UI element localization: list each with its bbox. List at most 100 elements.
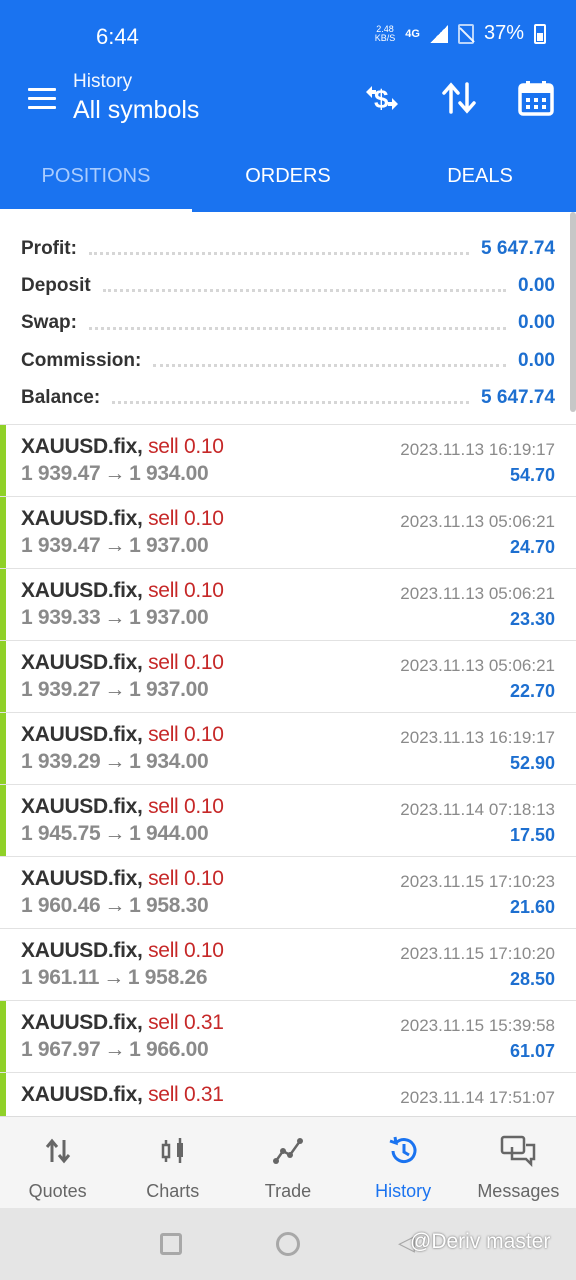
summary-label: Profit:: [21, 237, 77, 259]
status-time: 6:44: [96, 24, 139, 49]
net-speed: 2.48 KB/S: [374, 24, 396, 43]
nav-messages[interactable]: Messages: [461, 1117, 576, 1208]
dotted-leader: [153, 364, 507, 368]
deal-prices: 1 939.33 → 1 937.00: [21, 606, 209, 630]
close-price: 1 966.00: [129, 1038, 209, 1061]
deal-row[interactable]: XAUUSD.fix, sell 0.31 2023.11.14 17:51:07: [0, 1073, 576, 1116]
deal-symbol: XAUUSD.fix,: [21, 435, 143, 458]
deal-side: sell 0.31: [148, 1011, 224, 1034]
deal-time: 2023.11.13 05:06:21: [400, 512, 555, 531]
deal-time: 2023.11.13 05:06:21: [400, 584, 555, 603]
deal-title: XAUUSD.fix, sell 0.10: [21, 579, 224, 603]
deal-profit: 21.60: [509, 897, 555, 917]
deal-side: sell 0.10: [148, 939, 224, 962]
quotes-icon: [0, 1135, 115, 1179]
nav-label: Messages: [477, 1181, 560, 1201]
tab-deals[interactable]: DEALS: [384, 144, 576, 212]
nav-history[interactable]: History: [346, 1117, 461, 1208]
currency-exchange-icon[interactable]: $: [360, 76, 404, 120]
deal-title: XAUUSD.fix, sell 0.10: [21, 435, 224, 459]
summary-value: 5 647.74: [481, 237, 555, 259]
deal-title: XAUUSD.fix, sell 0.31: [21, 1083, 224, 1107]
summary-value: 0.00: [518, 312, 555, 334]
deal-time: 2023.11.15 15:39:58: [400, 1016, 555, 1035]
deal-side: sell 0.10: [148, 723, 224, 746]
dotted-leader: [88, 326, 507, 330]
tab-positions[interactable]: POSITIONS: [0, 144, 192, 212]
deal-title: XAUUSD.fix, sell 0.10: [21, 651, 224, 675]
deal-row[interactable]: XAUUSD.fix, sell 0.10 1 939.47 → 1 937.00 20…: [0, 497, 576, 569]
status-icons: 2.48 KB/S 4G 37%: [375, 22, 546, 45]
recent-apps-button[interactable]: [160, 1233, 182, 1255]
nav-label: History: [375, 1181, 432, 1201]
nav-charts[interactable]: Charts: [115, 1117, 230, 1208]
arrow-right-icon: →: [104, 534, 126, 557]
scrollbar[interactable]: [570, 212, 576, 412]
deal-row[interactable]: XAUUSD.fix, sell 0.31 1 967.97 → 1 966.00 20…: [0, 1001, 576, 1073]
deal-side: sell 0.10: [148, 507, 224, 530]
deals-list[interactable]: XAUUSD.fix, sell 0.10 1 939.47 → 1 934.00 20…: [0, 424, 576, 1116]
arrow-right-icon: →: [104, 678, 126, 701]
charts-icon: [115, 1135, 230, 1179]
summary-row: Profit: 5 647.74: [0, 230, 576, 267]
open-price: 1 939.47: [21, 462, 101, 485]
deal-time: 2023.11.15 17:10:20: [400, 944, 555, 963]
deal-prices: 1 961.11 → 1 958.26: [21, 966, 208, 990]
deal-title: XAUUSD.fix, sell 0.10: [21, 939, 224, 963]
watermark: @Deriv master: [410, 1230, 551, 1253]
summary-label: Balance:: [21, 386, 101, 408]
arrow-right-icon: →: [103, 966, 124, 989]
deal-title: XAUUSD.fix, sell 0.10: [21, 795, 224, 819]
tab-orders[interactable]: ORDERS: [192, 144, 384, 212]
deal-symbol: XAUUSD.fix,: [21, 507, 143, 530]
deal-row[interactable]: XAUUSD.fix, sell 0.10 1 945.75 → 1 944.00 20…: [0, 785, 576, 857]
summary-label: Swap:: [21, 312, 77, 334]
bottom-nav: Quotes Charts Trade History Messages: [0, 1116, 576, 1208]
deal-row[interactable]: XAUUSD.fix, sell 0.10 1 961.11 → 1 958.26 20…: [0, 929, 576, 1001]
nav-label: Quotes: [28, 1181, 87, 1201]
network-type: 4G: [405, 27, 420, 40]
status-bar: 6:44 2.48 KB/S 4G 37%: [0, 0, 576, 68]
open-price: 1 960.46: [21, 894, 101, 917]
deal-time: 2023.11.14 17:51:07: [400, 1088, 555, 1107]
deal-profit: 24.70: [509, 537, 555, 557]
nav-label: Trade: [264, 1181, 312, 1201]
net-speed-unit: KB/S: [374, 32, 396, 43]
deal-side: sell 0.10: [148, 795, 224, 818]
deal-prices: 1 939.47 → 1 934.00: [21, 462, 209, 486]
toolbar-title[interactable]: All symbols: [73, 96, 199, 125]
close-price: 1 934.00: [129, 750, 209, 773]
deal-title: XAUUSD.fix, sell 0.31: [21, 1011, 224, 1035]
calendar-icon[interactable]: [514, 76, 558, 120]
deal-prices: 1 945.75 → 1 944.00: [21, 822, 209, 846]
arrow-right-icon: →: [104, 822, 126, 845]
deal-symbol: XAUUSD.fix,: [21, 1011, 143, 1034]
arrow-right-icon: →: [104, 462, 126, 485]
deal-row[interactable]: XAUUSD.fix, sell 0.10 1 939.47 → 1 934.00 20…: [0, 425, 576, 497]
deal-row[interactable]: XAUUSD.fix, sell 0.10 1 960.46 → 1 958.30 20…: [0, 857, 576, 929]
deal-side: sell 0.31: [148, 1083, 224, 1106]
deal-row[interactable]: XAUUSD.fix, sell 0.10 1 939.29 → 1 934.00 20…: [0, 713, 576, 785]
home-button[interactable]: [276, 1232, 300, 1256]
deal-prices: 1 967.97 → 1 966.00: [21, 1038, 209, 1062]
deal-symbol: XAUUSD.fix,: [21, 579, 143, 602]
deal-profit: 22.70: [509, 681, 555, 701]
svg-text:$: $: [374, 84, 389, 114]
summary-value: 0.00: [518, 274, 555, 296]
deal-profit: 23.30: [509, 609, 555, 629]
profit-marker: [0, 1001, 6, 1072]
menu-icon[interactable]: [28, 88, 56, 110]
deal-side: sell 0.10: [148, 435, 224, 458]
open-price: 1 967.97: [21, 1038, 101, 1061]
deal-symbol: XAUUSD.fix,: [21, 651, 143, 674]
deal-side: sell 0.10: [148, 651, 224, 674]
deal-prices: 1 939.27 → 1 937.00: [21, 678, 209, 702]
nav-trade[interactable]: Trade: [230, 1117, 345, 1208]
deal-row[interactable]: XAUUSD.fix, sell 0.10 1 939.27 → 1 937.00 20…: [0, 641, 576, 713]
deal-title: XAUUSD.fix, sell 0.10: [21, 723, 224, 747]
nav-quotes[interactable]: Quotes: [0, 1117, 115, 1208]
sort-icon[interactable]: [437, 76, 481, 120]
tab-bar: POSITIONS ORDERS DEALS: [0, 144, 576, 212]
nav-label: Charts: [146, 1181, 200, 1201]
deal-row[interactable]: XAUUSD.fix, sell 0.10 1 939.33 → 1 937.00 20…: [0, 569, 576, 641]
